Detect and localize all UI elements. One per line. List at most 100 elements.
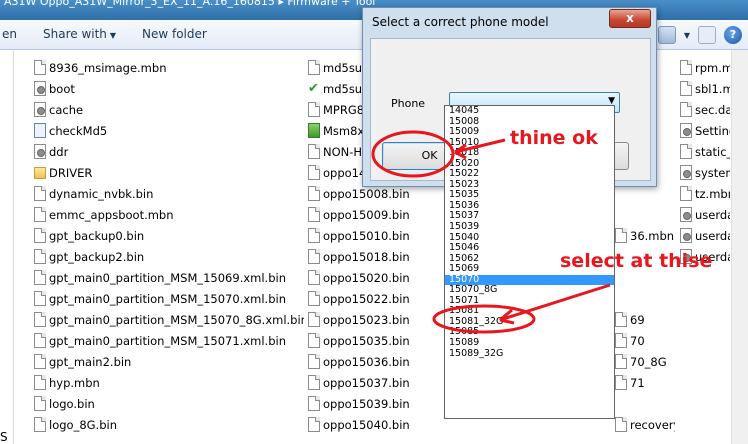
file-icon (308, 417, 320, 432)
checkmark-icon: ✔ (308, 81, 319, 96)
settings-file-icon (680, 165, 692, 180)
file-name: oppo15022.bin (323, 291, 410, 306)
file-icon (308, 102, 320, 117)
file-icon (615, 312, 627, 327)
file-item[interactable]: gpt_main0_partition_MSM_15070_8G.xml.bin (34, 309, 304, 330)
settings-file-icon (34, 81, 46, 96)
new-folder-button[interactable]: New folder (142, 27, 207, 41)
file-name: oppo15023.bin (323, 312, 410, 327)
chevron-down-icon: ▼ (109, 31, 117, 40)
file-item[interactable]: gpt_main0_partition_MSM_15070.xml.bin (34, 288, 304, 309)
file-item[interactable]: logo_8G.bin (34, 414, 304, 435)
file-item[interactable]: oppo15018.bin (308, 246, 428, 267)
file-name: dynamic_nvbk.bin (49, 186, 154, 201)
file-item[interactable]: boot (34, 78, 304, 99)
change-view-icon[interactable] (657, 26, 676, 44)
file-item[interactable]: recovery (615, 414, 675, 435)
file-name: DRIVER (49, 165, 93, 180)
file-item[interactable]: Setting (680, 120, 730, 141)
file-name: logo.bin (49, 396, 95, 411)
file-item[interactable]: oppo15036.bin (308, 351, 428, 372)
file-icon (308, 354, 320, 369)
file-name: logo_8G.bin (49, 417, 117, 432)
file-name: oppo15018.bin (323, 249, 410, 264)
file-item[interactable]: hyp.mbn (34, 372, 304, 393)
file-item[interactable]: cache (34, 99, 304, 120)
file-name: rpm.mb (695, 60, 730, 75)
file-name: boot (49, 81, 75, 96)
explorer-title: A31W Oppo_A31W_Mirror_3_EX_11_A.16_16081… (4, 0, 376, 8)
file-icon (34, 249, 46, 264)
file-item[interactable]: checkMd5 (34, 120, 304, 141)
file-item[interactable]: 70_8G (615, 351, 675, 372)
file-item[interactable]: dynamic_nvbk.bin (34, 183, 304, 204)
file-item[interactable]: 36.mbn (615, 225, 675, 246)
file-item[interactable]: oppo15009.bin (308, 204, 428, 225)
cancel-button-partial[interactable] (613, 142, 629, 170)
file-icon (308, 375, 320, 390)
file-item[interactable]: 8936_msimage.mbn (34, 57, 304, 78)
file-item[interactable]: oppo15020.bin (308, 267, 428, 288)
share-with-button[interactable]: Share with ▼ (43, 27, 116, 41)
file-item[interactable]: 69 (615, 309, 675, 330)
file-item[interactable]: gpt_main2.bin (34, 351, 304, 372)
file-item[interactable]: sec.dat (680, 99, 730, 120)
file-name: userdata (695, 207, 730, 222)
file-item[interactable]: oppo15022.bin (308, 288, 428, 309)
file-icon (308, 270, 320, 285)
toolbar-organize-fragment[interactable]: en (2, 27, 17, 41)
file-item[interactable]: oppo15035.bin (308, 330, 428, 351)
file-name: emmc_appsboot.mbn (49, 207, 174, 222)
file-item[interactable]: 71 (615, 372, 675, 393)
file-item[interactable]: gpt_main0_partition_MSM_15071.xml.bin (34, 330, 304, 351)
file-icon (34, 396, 46, 411)
navigation-pane[interactable]: S ( (0, 50, 14, 444)
file-item[interactable]: system (680, 162, 730, 183)
file-item[interactable]: logo.bin (34, 393, 304, 414)
preview-pane-icon[interactable] (698, 26, 716, 44)
file-item[interactable]: sbl1.m (680, 78, 730, 99)
settings-file-icon (34, 102, 46, 117)
file-item[interactable]: gpt_main0_partition_MSM_15069.xml.bin (34, 267, 304, 288)
dropdown-option[interactable]: 14045 (445, 105, 614, 117)
file-item[interactable]: ddr (34, 141, 304, 162)
file-item[interactable]: userdata (680, 204, 730, 225)
file-item[interactable]: oppo15023.bin (308, 309, 428, 330)
file-item[interactable]: oppo15037.bin (308, 372, 428, 393)
file-item[interactable]: tz.mbn (680, 183, 730, 204)
file-item[interactable]: DRIVER (34, 162, 304, 183)
file-name: Msm8x (323, 123, 365, 138)
file-icon (615, 417, 627, 432)
file-name: recovery (630, 417, 675, 432)
file-item[interactable]: userdata (680, 225, 730, 246)
file-icon (680, 186, 692, 201)
file-name: gpt_main0_partition_MSM_15070_8G.xml.bin (49, 312, 304, 327)
vertical-scrollbar[interactable] (731, 50, 748, 444)
file-item[interactable]: emmc_appsboot.mbn (34, 204, 304, 225)
dropdown-option[interactable]: 15039 (445, 221, 614, 233)
help-icon[interactable]: ? (724, 26, 742, 44)
file-item[interactable]: static_nv (680, 141, 730, 162)
file-item[interactable]: oppo15039.bin (308, 393, 428, 414)
dropdown-option[interactable]: 15089 (445, 337, 614, 349)
file-name: sbl1.m (695, 81, 730, 96)
file-item[interactable]: rpm.mb (680, 57, 730, 78)
file-name: oppo14 (323, 165, 367, 180)
close-button[interactable]: x (609, 9, 651, 28)
file-name: 8936_msimage.mbn (49, 60, 167, 75)
file-item[interactable]: gpt_backup2.bin (34, 246, 304, 267)
file-icon (680, 81, 692, 96)
file-item[interactable]: 70 (615, 330, 675, 351)
file-icon (615, 375, 627, 390)
file-icon (308, 396, 320, 411)
file-name: oppo15036.bin (323, 354, 410, 369)
file-item[interactable]: oppo15040.bin (308, 414, 428, 435)
file-name: gpt_main2.bin (49, 354, 132, 369)
file-item[interactable]: oppo15010.bin (308, 225, 428, 246)
file-name: gpt_main0_partition_MSM_15071.xml.bin (49, 333, 286, 348)
file-item[interactable]: gpt_backup0.bin (34, 225, 304, 246)
navpane-item[interactable]: S ( (0, 430, 13, 444)
dropdown-option[interactable]: 15089_32G (445, 348, 614, 360)
file-name: hyp.mbn (49, 375, 100, 390)
chevron-down-icon[interactable]: ▼ (684, 31, 690, 44)
